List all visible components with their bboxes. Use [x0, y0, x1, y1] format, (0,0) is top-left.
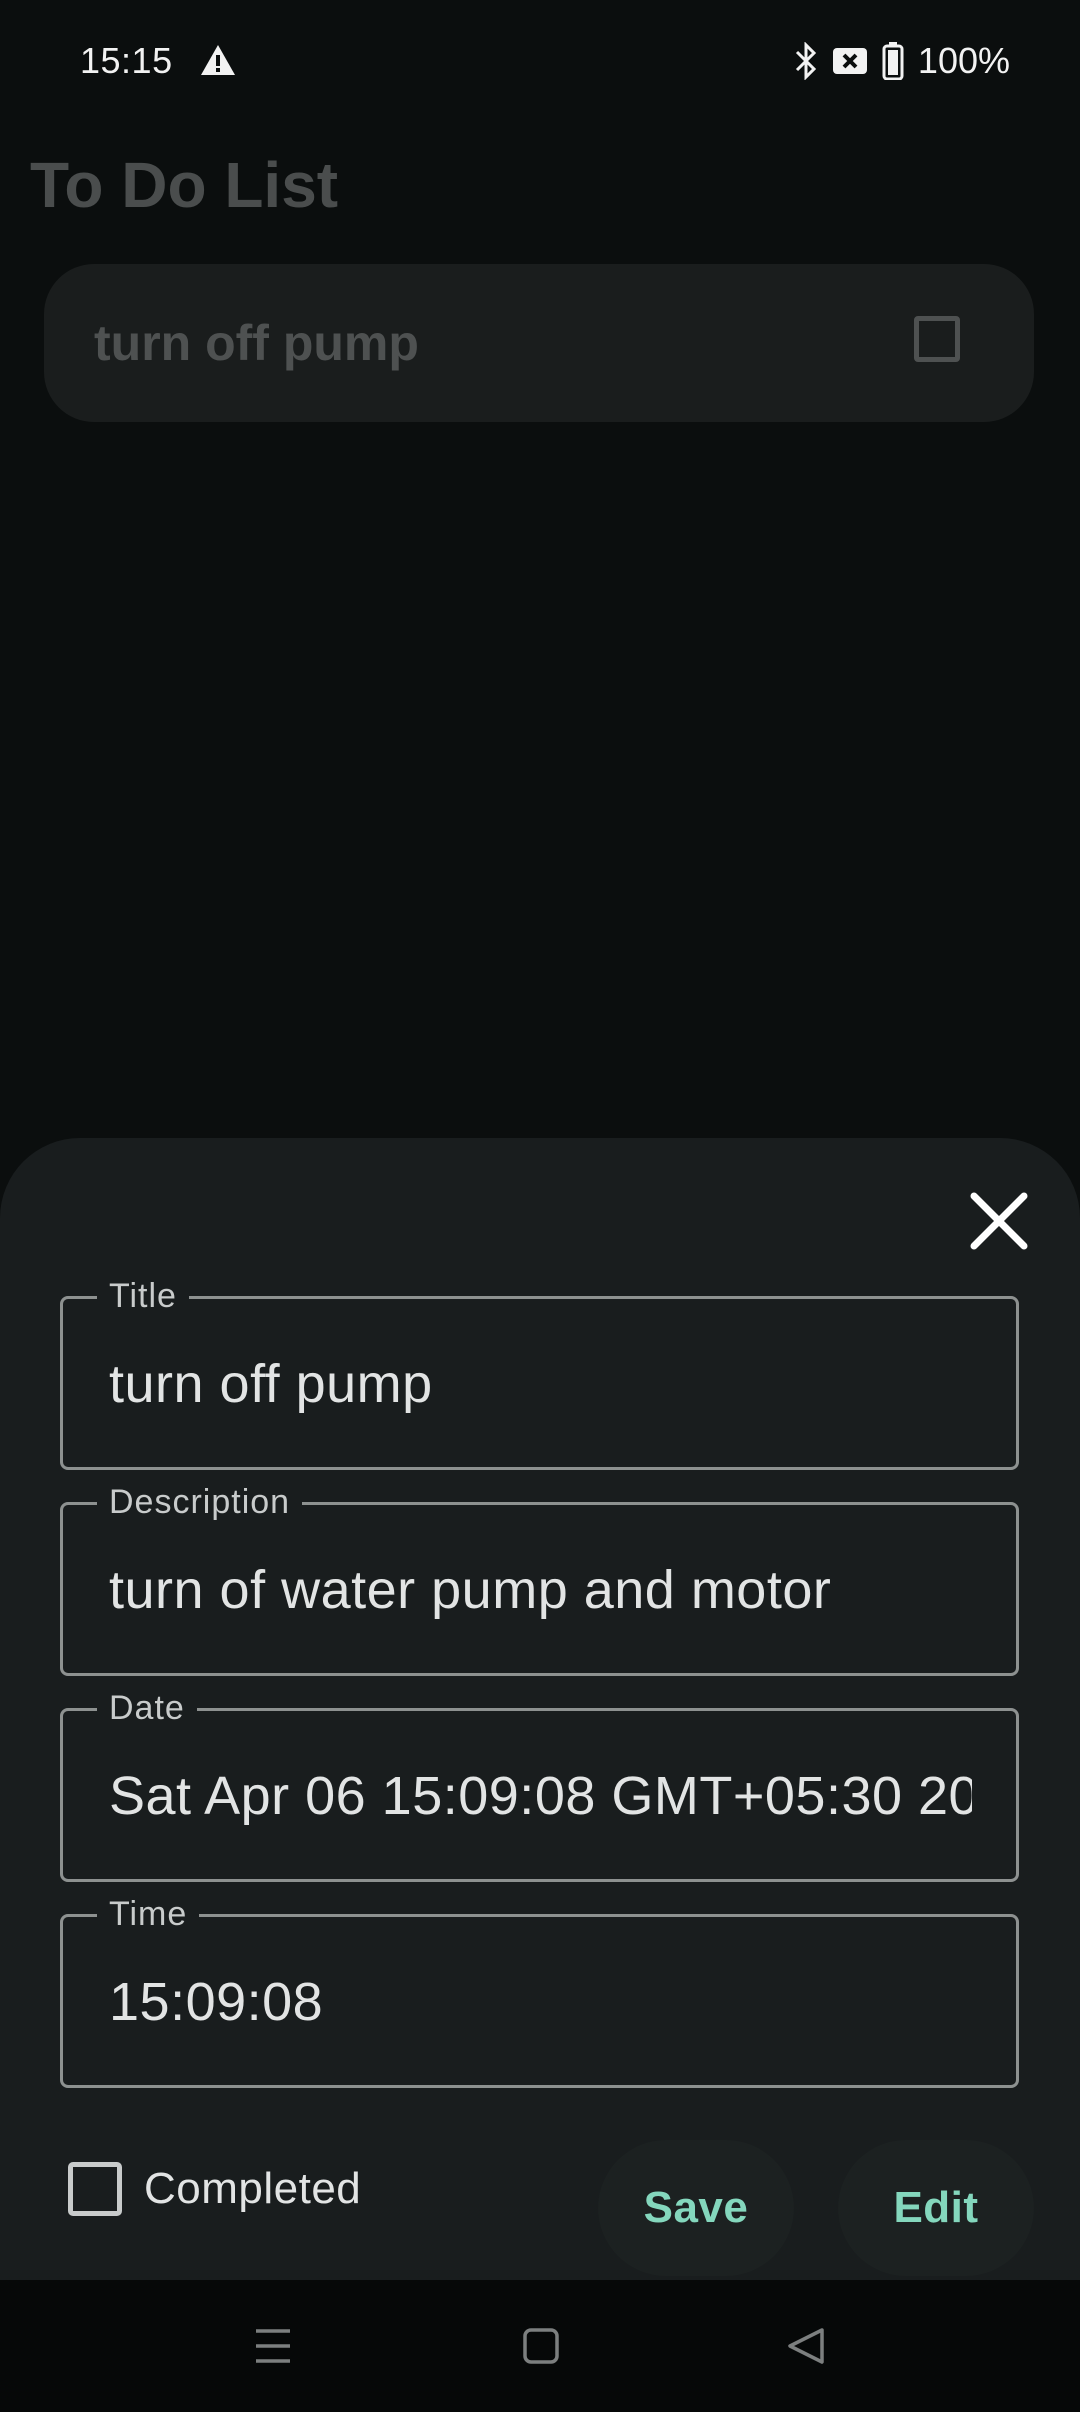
screen: 15:15 100% To Do List turn off pump Titl…	[0, 0, 1080, 2412]
description-field[interactable]: Description turn of water pump and motor	[60, 1479, 1019, 1676]
time-field-label: Time	[97, 1891, 200, 1937]
home-icon[interactable]	[522, 2326, 560, 2371]
bluetooth-icon	[794, 42, 818, 80]
alert-icon	[200, 44, 236, 76]
back-icon[interactable]	[786, 2326, 826, 2371]
todo-list-item[interactable]: turn off pump	[44, 264, 1034, 422]
recents-icon[interactable]	[254, 2326, 292, 2371]
status-time: 15:15	[80, 40, 173, 81]
todo-item-checkbox[interactable]	[914, 316, 960, 362]
description-field-value[interactable]: turn of water pump and motor	[109, 1557, 972, 1623]
completed-toggle[interactable]: Completed	[68, 2162, 361, 2216]
edit-button[interactable]: Edit	[838, 2140, 1034, 2276]
status-bar: 15:15 100%	[0, 0, 1080, 126]
battery-icon	[882, 42, 904, 80]
battery-percent: 100%	[917, 40, 1010, 81]
no-sim-icon	[832, 46, 868, 76]
title-field-value[interactable]: turn off pump	[109, 1351, 972, 1417]
title-field[interactable]: Title turn off pump	[60, 1273, 1019, 1470]
navigation-bar	[0, 2280, 1080, 2412]
completed-label: Completed	[144, 2164, 362, 2213]
todo-item-title: turn off pump	[94, 315, 419, 371]
page-title: To Do List	[30, 149, 339, 221]
title-field-label: Title	[97, 1273, 189, 1319]
description-field-label: Description	[97, 1479, 303, 1525]
time-field[interactable]: Time 15:09:08	[60, 1891, 1019, 2088]
time-field-value[interactable]: 15:09:08	[109, 1969, 972, 2035]
save-button[interactable]: Save	[598, 2140, 794, 2276]
status-icons: 100%	[794, 40, 1010, 82]
completed-checkbox[interactable]	[68, 2162, 122, 2216]
date-field[interactable]: Date Sat Apr 06 15:09:08 GMT+05:30 2024	[60, 1685, 1019, 1882]
date-field-value[interactable]: Sat Apr 06 15:09:08 GMT+05:30 2024	[109, 1763, 972, 1829]
close-icon[interactable]	[966, 1188, 1032, 1254]
date-field-label: Date	[97, 1685, 197, 1731]
